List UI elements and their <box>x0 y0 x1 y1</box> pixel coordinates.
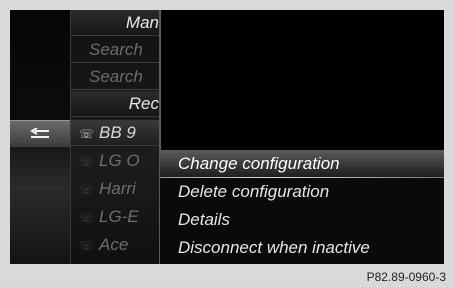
list-item-label: Harri <box>99 179 136 198</box>
phone-bluetooth-icon: ☏ <box>79 182 95 197</box>
list-item-label: Search <box>89 40 143 59</box>
list-item-label: Ace <box>99 235 129 254</box>
side-column <box>10 10 70 264</box>
list-item[interactable]: Search <box>71 37 159 63</box>
phone-bluetooth-icon: ☏ <box>79 126 95 141</box>
list-item[interactable]: ☏ Ace <box>71 232 159 258</box>
device-list: Man Search Search Rec ☏ BB 9 ☏ LG O ☏ Harri… <box>70 10 161 264</box>
list-item-label: Rec <box>128 94 159 113</box>
list-item[interactable]: Man <box>71 10 159 36</box>
list-item[interactable]: ☏ LG-E <box>71 204 159 230</box>
menu-item-delete-configuration[interactable]: Delete configuration <box>160 178 444 206</box>
phone-bluetooth-icon: ☏ <box>79 154 95 169</box>
back-arrow-icon <box>30 128 49 138</box>
menu-item-change-configuration[interactable]: Change configuration <box>160 150 444 178</box>
list-item-label: Man <box>125 13 159 32</box>
display-screen: Man Search Search Rec ☏ BB 9 ☏ LG O ☏ Harri… <box>10 10 444 264</box>
menu-item-details[interactable]: Details <box>160 206 444 234</box>
list-item[interactable]: Search <box>71 64 159 90</box>
phone-bluetooth-icon: ☏ <box>79 238 95 253</box>
figure-code: P82.89-0960-3 <box>366 270 446 284</box>
phone-bluetooth-icon: ☏ <box>79 210 95 225</box>
list-item-label: LG O <box>99 151 140 170</box>
list-item-label: LG-E <box>99 207 139 226</box>
menu-item-disconnect-when-inactive[interactable]: Disconnect when inactive <box>160 234 444 262</box>
list-item-label: BB 9 <box>99 123 136 142</box>
list-item[interactable]: ☏ LG O <box>71 148 159 174</box>
list-item-label: Search <box>89 67 143 86</box>
options-menu: Change configuration Delete configuratio… <box>160 150 444 264</box>
back-button[interactable] <box>10 120 70 148</box>
list-item[interactable]: ☏ Harri <box>71 176 159 202</box>
list-item[interactable]: ☏ BB 9 <box>71 120 159 146</box>
list-item[interactable]: Rec <box>71 91 159 117</box>
